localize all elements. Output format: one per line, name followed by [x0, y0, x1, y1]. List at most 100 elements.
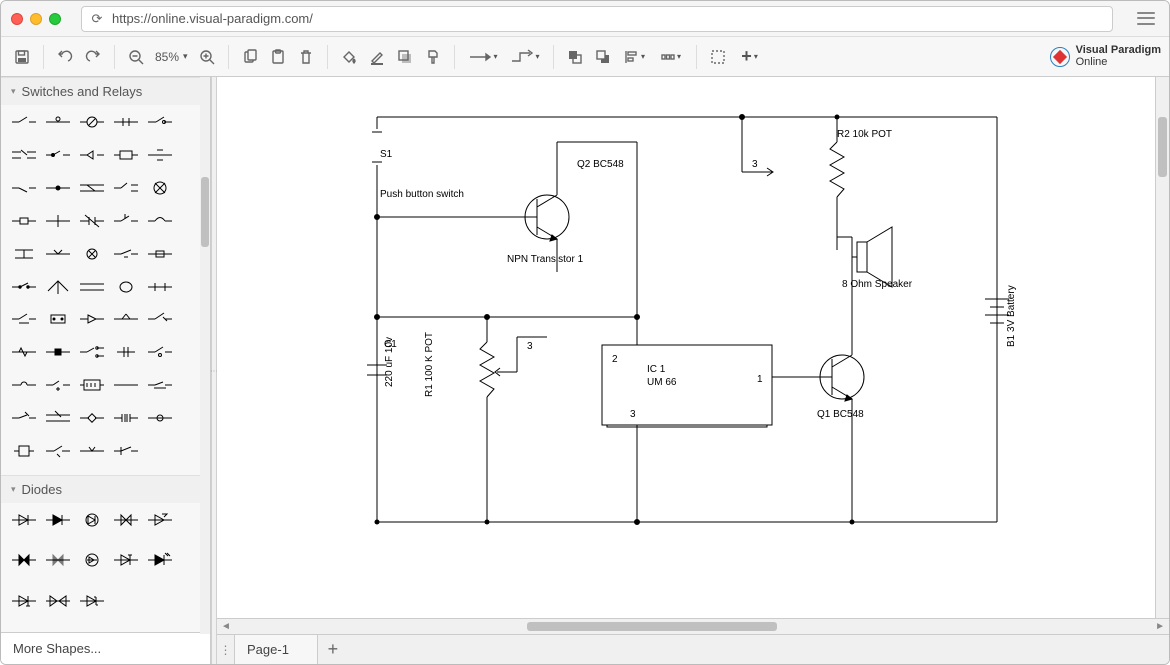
shape-item[interactable] — [43, 374, 73, 396]
redo-button[interactable] — [80, 44, 106, 70]
shape-item[interactable] — [77, 177, 107, 199]
shape-item[interactable] — [145, 407, 175, 429]
canvas-vertical-scrollbar[interactable] — [1155, 77, 1169, 618]
to-front-button[interactable] — [562, 44, 588, 70]
maximize-dot[interactable] — [49, 13, 61, 25]
shape-item[interactable] — [43, 243, 73, 265]
category-header-diodes[interactable]: Diodes — [1, 475, 210, 503]
shape-item[interactable] — [77, 440, 107, 462]
shape-item[interactable] — [111, 407, 141, 429]
shape-item[interactable] — [111, 276, 141, 298]
fill-color-button[interactable] — [336, 44, 362, 70]
save-button[interactable] — [9, 44, 35, 70]
hamburger-menu-icon[interactable] — [1133, 9, 1159, 29]
shape-item[interactable] — [145, 549, 175, 571]
add-page-tab[interactable]: + — [318, 635, 348, 664]
shape-item[interactable] — [77, 308, 107, 330]
category-header-switches[interactable]: Switches and Relays — [1, 77, 210, 105]
shape-item[interactable] — [43, 341, 73, 363]
shape-item[interactable] — [9, 549, 39, 571]
shape-item[interactable] — [77, 407, 107, 429]
canvas-horizontal-scrollbar[interactable]: ◄ ► — [217, 618, 1169, 634]
shape-item[interactable] — [43, 549, 73, 571]
waypoint-style-button[interactable]: ▾ — [505, 44, 545, 70]
add-shape-button[interactable]: + ▾ — [733, 44, 767, 70]
shape-item[interactable] — [111, 509, 141, 531]
shape-item[interactable] — [111, 308, 141, 330]
shape-item[interactable] — [77, 111, 107, 133]
shape-item[interactable] — [43, 276, 73, 298]
reload-icon[interactable]: ⟳ — [88, 11, 106, 27]
scroll-left-icon[interactable]: ◄ — [221, 621, 231, 632]
shape-item[interactable] — [43, 210, 73, 232]
shape-item[interactable] — [111, 144, 141, 166]
shadow-button[interactable] — [392, 44, 418, 70]
undo-button[interactable] — [52, 44, 78, 70]
shape-item[interactable] — [9, 111, 39, 133]
shape-item[interactable] — [77, 144, 107, 166]
page-tab-1[interactable]: Page-1 — [235, 635, 318, 664]
shape-item[interactable] — [43, 144, 73, 166]
diagram-canvas[interactable]: 2 1 3 IC 1 UM 66 S1 Push button switch Q… — [217, 77, 1155, 618]
more-shapes-button[interactable]: More Shapes... — [1, 632, 210, 664]
zoom-select[interactable]: 85% ▾ — [151, 50, 192, 64]
shape-item[interactable] — [77, 243, 107, 265]
zoom-out-button[interactable] — [123, 44, 149, 70]
shape-item[interactable] — [145, 144, 175, 166]
shape-item[interactable] — [111, 243, 141, 265]
shape-item[interactable] — [9, 210, 39, 232]
shape-item[interactable] — [145, 276, 175, 298]
zoom-in-button[interactable] — [194, 44, 220, 70]
shape-item[interactable] — [43, 177, 73, 199]
shape-item[interactable] — [145, 210, 175, 232]
shape-item[interactable] — [145, 341, 175, 363]
shape-item[interactable] — [77, 549, 107, 571]
minimize-dot[interactable] — [30, 13, 42, 25]
delete-button[interactable] — [293, 44, 319, 70]
shape-item[interactable] — [9, 177, 39, 199]
shape-item[interactable] — [145, 111, 175, 133]
shape-item[interactable] — [111, 341, 141, 363]
sidebar-scrollbar[interactable] — [200, 77, 210, 634]
shape-item[interactable] — [111, 549, 141, 571]
brand-logo[interactable]: Visual Paradigm Online — [1050, 45, 1161, 68]
shape-item[interactable] — [77, 210, 107, 232]
tab-drag-handle[interactable]: ⋮ — [217, 635, 235, 664]
line-color-button[interactable] — [364, 44, 390, 70]
shape-item[interactable] — [77, 509, 107, 531]
shape-item[interactable] — [145, 308, 175, 330]
shape-item[interactable] — [145, 509, 175, 531]
shape-item[interactable] — [77, 590, 107, 612]
close-dot[interactable] — [11, 13, 23, 25]
connector-style-button[interactable]: ▾ — [463, 44, 503, 70]
paste-button[interactable] — [265, 44, 291, 70]
shape-item[interactable] — [111, 111, 141, 133]
scroll-right-icon[interactable]: ► — [1155, 621, 1165, 632]
shape-item[interactable] — [9, 341, 39, 363]
to-back-button[interactable] — [590, 44, 616, 70]
shape-item[interactable] — [145, 177, 175, 199]
shape-item[interactable] — [43, 440, 73, 462]
shape-item[interactable] — [9, 144, 39, 166]
shape-item[interactable] — [9, 440, 39, 462]
shape-item[interactable] — [77, 341, 107, 363]
shape-item[interactable] — [145, 243, 175, 265]
window-traffic-lights[interactable] — [11, 13, 61, 25]
shape-item[interactable] — [43, 111, 73, 133]
format-painter-button[interactable] — [420, 44, 446, 70]
shape-item[interactable] — [43, 509, 73, 531]
shape-item[interactable] — [9, 509, 39, 531]
shape-item[interactable] — [145, 374, 175, 396]
selection-tool-button[interactable] — [705, 44, 731, 70]
copy-button[interactable] — [237, 44, 263, 70]
distribute-button[interactable]: ▾ — [654, 44, 688, 70]
shape-item[interactable] — [111, 177, 141, 199]
shape-item[interactable] — [77, 276, 107, 298]
shape-item[interactable] — [9, 276, 39, 298]
shape-item[interactable] — [111, 440, 141, 462]
shape-item[interactable] — [43, 308, 73, 330]
shape-item[interactable] — [43, 590, 73, 612]
shape-item[interactable] — [9, 590, 39, 612]
address-bar[interactable]: ⟳ https://online.visual-paradigm.com/ — [81, 6, 1113, 32]
shape-item[interactable] — [9, 243, 39, 265]
